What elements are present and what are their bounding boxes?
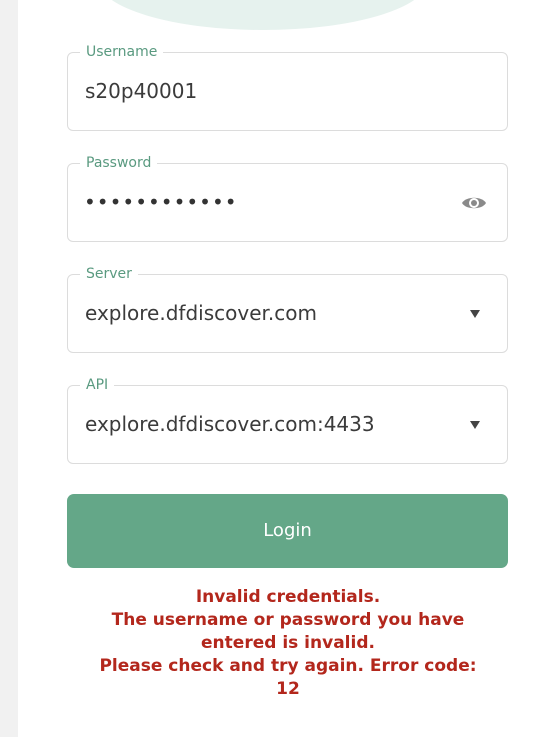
username-input[interactable]: s20p40001 — [85, 77, 197, 105]
error-line: The username or password you have — [111, 610, 465, 630]
api-label: API — [80, 376, 115, 394]
caret-down-icon[interactable] — [469, 420, 481, 430]
login-card: Username s20p40001 Password ••••••••••••… — [18, 0, 539, 737]
header-decoration — [98, 0, 428, 30]
api-select[interactable]: API explore.dfdiscover.com:4433 — [67, 376, 508, 464]
password-input[interactable]: •••••••••••• — [84, 189, 238, 215]
error-code: 12 — [276, 679, 300, 699]
password-field[interactable]: Password •••••••••••• — [67, 154, 508, 242]
api-selected-value: explore.dfdiscover.com:4433 — [85, 412, 375, 436]
username-field[interactable]: Username s20p40001 — [67, 43, 508, 131]
eye-icon[interactable] — [461, 193, 487, 213]
login-button[interactable]: Login — [67, 494, 508, 568]
error-line: entered is invalid. — [201, 633, 375, 653]
username-label: Username — [80, 43, 164, 61]
error-line: Invalid credentials. — [195, 587, 381, 607]
server-label: Server — [80, 265, 138, 283]
error-message: Invalid credentials. The username or pas… — [48, 586, 528, 701]
error-line: Please check and try again. Error code: — [99, 656, 477, 676]
server-select[interactable]: Server explore.dfdiscover.com — [67, 265, 508, 353]
caret-down-icon[interactable] — [469, 309, 481, 319]
server-selected-value: explore.dfdiscover.com — [85, 301, 317, 325]
password-label: Password — [80, 154, 158, 172]
